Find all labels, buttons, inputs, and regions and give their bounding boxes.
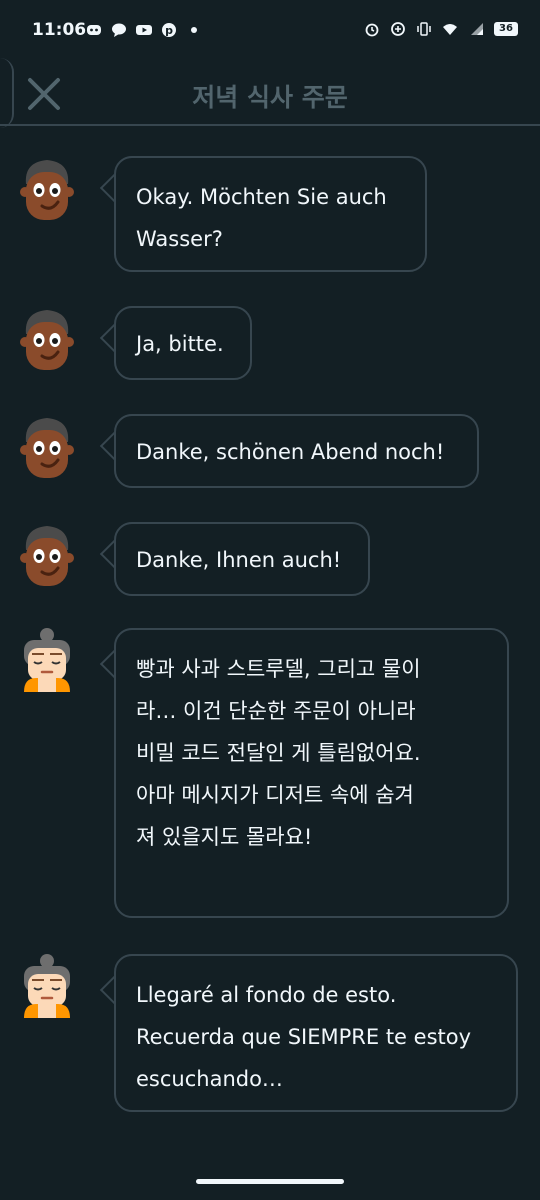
wifi-icon <box>443 24 457 35</box>
data-saver-icon <box>391 22 405 36</box>
bubble-text-line: Okay. Möchten Sie auch <box>136 185 387 209</box>
home-indicator[interactable] <box>196 1179 344 1184</box>
alarm-icon <box>365 23 379 37</box>
speech-bubble: Llegaré al fondo de esto. Recuerda que S… <box>114 954 518 1112</box>
bubble-text: Ja, bitte. <box>136 332 224 356</box>
man-avatar-icon <box>20 310 74 370</box>
speech-bubble: Ja, bitte. <box>114 306 252 380</box>
youtube-icon <box>136 25 152 35</box>
status-bar: 11:06 p 36 <box>0 0 540 62</box>
page-title: 저녁 식사 주문 <box>192 83 348 112</box>
signal-icon <box>471 23 483 35</box>
woman-avatar-icon <box>24 954 70 1018</box>
battery-indicator: 36 <box>494 22 518 36</box>
man-avatar-icon <box>20 160 74 220</box>
bubble-text-line: 비밀 코드 전달인 게 틀림없어요. <box>136 741 421 765</box>
bubble-text: Danke, schönen Abend noch! <box>136 440 445 464</box>
bubble-text-line: 져 있을지도 몰라요! <box>136 825 313 849</box>
notification-icons: p <box>86 22 202 38</box>
system-icons: 36 <box>364 21 518 37</box>
svg-text:p: p <box>165 24 173 37</box>
header-bar: 저녁 식사 주문 <box>0 62 540 126</box>
chat-icon <box>112 23 126 37</box>
bubble-text-line: 아마 메시지가 디저트 속에 숨겨 <box>136 783 414 807</box>
bubble-text-line: Llegaré al fondo de esto. <box>136 983 397 1007</box>
man-avatar-icon <box>20 418 74 478</box>
bubble-text-line: Wasser? <box>136 227 223 251</box>
speech-bubble: 빵과 사과 스트루델, 그리고 물이 라… 이건 단순한 주문이 아니라 비밀 … <box>114 628 509 918</box>
status-time: 11:06 <box>32 20 87 40</box>
bubble-text-line: Recuerda que SIEMPRE te estoy <box>136 1025 472 1049</box>
discord-icon <box>87 25 101 35</box>
pinterest-icon: p <box>162 23 176 37</box>
speech-bubble: Okay. Möchten Sie auch Wasser? <box>114 156 427 272</box>
man-avatar-icon <box>20 526 74 586</box>
vibrate-icon <box>417 22 431 36</box>
bubble-text: Danke, Ihnen auch! <box>136 548 342 572</box>
bubble-text-line: 라… 이건 단순한 주문이 아니라 <box>136 699 416 723</box>
speech-bubble: Danke, Ihnen auch! <box>114 522 370 596</box>
dot-icon <box>191 27 197 33</box>
bubble-text-line: 빵과 사과 스트루델, 그리고 물이 <box>136 657 421 681</box>
woman-avatar-icon <box>24 628 70 692</box>
bubble-text-line: escuchando… <box>136 1067 283 1091</box>
speech-bubble: Danke, schönen Abend noch! <box>114 414 479 488</box>
